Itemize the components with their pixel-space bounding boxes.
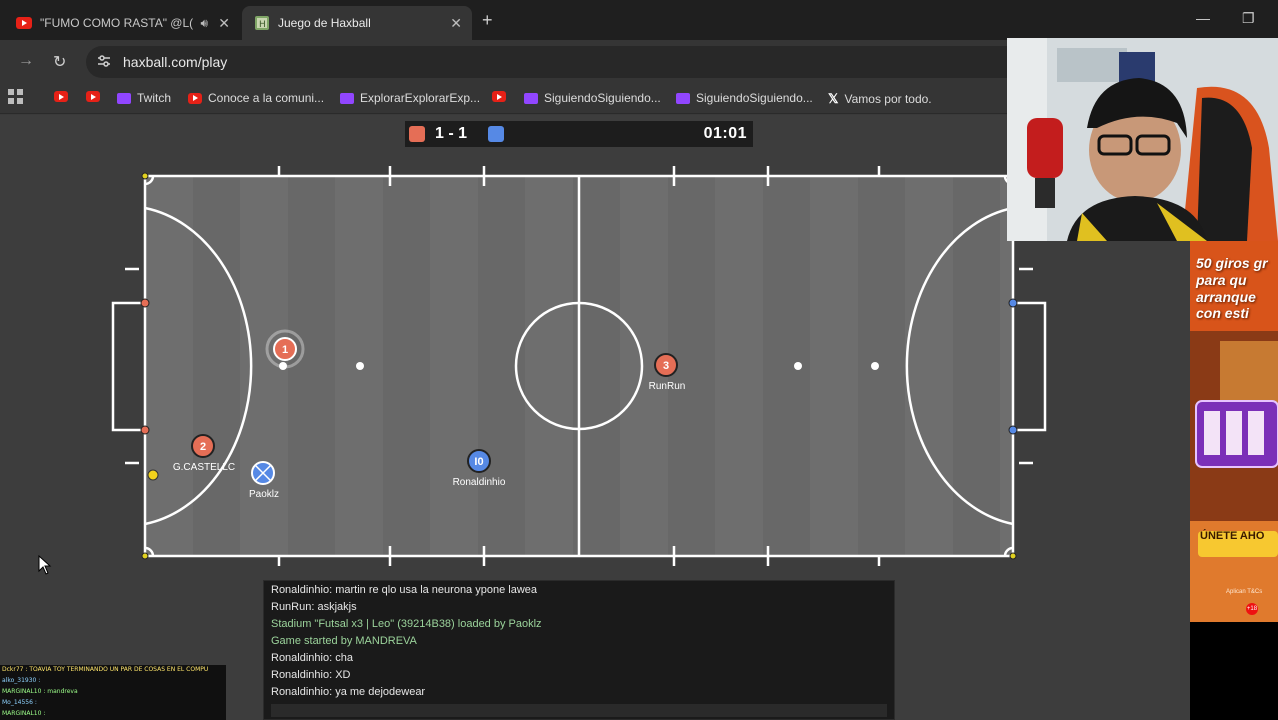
- ad-join-button[interactable]: ÚNETE AHO: [1200, 530, 1264, 542]
- ad-headline: 50 giros gr para qu arranque con esti: [1196, 255, 1268, 322]
- close-icon[interactable]: ✕: [450, 15, 462, 32]
- chat-line: Stadium "Futsal x3 | Leo" (39214B38) loa…: [271, 618, 542, 630]
- player-name: Paoklz: [249, 489, 279, 500]
- chat-line: RunRun: askjakjs: [271, 601, 357, 613]
- twitch-icon: [524, 92, 538, 104]
- close-icon[interactable]: ✕: [218, 15, 230, 32]
- chat-line: Ronaldinhio: martin re qlo usa la neuron…: [271, 584, 538, 596]
- twitch-icon: [340, 92, 354, 104]
- bookmark-x[interactable]: 𝕏 Vamos por todo.: [828, 91, 932, 107]
- right-goal: [1013, 301, 1047, 432]
- tab-title: Juego de Haxball: [278, 16, 371, 30]
- stream-chat-line: alko_31930 :: [2, 677, 41, 684]
- player-number: 3: [663, 360, 669, 372]
- reload-icon[interactable]: ↻: [53, 52, 66, 72]
- blue-goal-post: [1008, 425, 1018, 435]
- tab-haxball[interactable]: H Juego de Haxball ✕: [242, 6, 472, 40]
- chat-line: Ronaldinhio: ya me dejodewear: [271, 686, 426, 698]
- ad-banner[interactable]: 50 giros gr para qu arranque con esti ÚN…: [1190, 241, 1278, 622]
- stream-chat-line: Dckr77 : TOAVIA TOY TERMINANDO UN PAR DE…: [2, 666, 209, 673]
- penalty-spot: [356, 362, 364, 370]
- url-text: haxball.com/play: [123, 54, 228, 70]
- blue-team-color: [488, 126, 504, 142]
- webcam-feed: [1007, 38, 1278, 241]
- bookmark-youtube-1[interactable]: [54, 91, 74, 102]
- game-chat: Ronaldinhio: martin re qlo usa la neuron…: [263, 580, 895, 720]
- scoreboard: 1 - 1 01:01: [405, 121, 753, 147]
- blue-goal-post: [1008, 298, 1018, 308]
- mouse-cursor-icon: [38, 555, 52, 575]
- restore-icon[interactable]: ❐: [1242, 10, 1255, 27]
- chat-line: Ronaldinhio: XD: [271, 669, 351, 681]
- svg-text:H: H: [259, 20, 266, 30]
- bookmark-siguiendo-1[interactable]: SiguiendoSiguiendo...: [524, 91, 661, 105]
- chat-line: Ronaldinhio: cha: [271, 652, 353, 664]
- bookmark-youtube-3[interactable]: [492, 91, 512, 102]
- red-goal-post: [140, 298, 150, 308]
- address-bar[interactable]: haxball.com/play: [86, 46, 1086, 78]
- youtube-icon: [54, 91, 68, 102]
- score-text: 1 - 1: [435, 125, 468, 142]
- bookmark-youtube-2[interactable]: [86, 91, 106, 102]
- player-name: Ronaldinhio: [453, 477, 506, 488]
- ball: [147, 469, 159, 481]
- new-tab-icon[interactable]: +: [482, 10, 493, 31]
- youtube-icon: [16, 16, 32, 30]
- stream-chat-line: MARGINAL10 : mandreva: [2, 688, 78, 695]
- tab-youtube-stream[interactable]: "FUMO COMO RASTA" @L( 🔊︎ ✕: [4, 6, 240, 40]
- tab-title: "FUMO COMO RASTA" @L(: [40, 16, 194, 30]
- stream-chat-line: MARGINAL10 :: [2, 710, 46, 717]
- screen: "FUMO COMO RASTA" @L( 🔊︎ ✕ H Juego de Ha…: [0, 0, 1278, 720]
- penalty-spot: [794, 362, 802, 370]
- player-name: G.CASTELLC: [173, 462, 235, 473]
- age-badge: +18: [1246, 603, 1258, 615]
- chat-input[interactable]: [271, 704, 887, 717]
- bookmark-siguiendo-2[interactable]: SiguiendoSiguiendo...: [676, 91, 813, 105]
- red-goal-post: [140, 425, 150, 435]
- twitch-icon: [117, 92, 131, 104]
- red-team-color: [409, 126, 425, 142]
- chat-line: Game started by MANDREVA: [271, 635, 417, 647]
- bookmark-twitch[interactable]: Twitch: [117, 91, 171, 105]
- x-icon: 𝕏: [828, 91, 839, 106]
- speaker-icon[interactable]: 🔊︎: [200, 16, 208, 31]
- site-settings-icon[interactable]: [96, 53, 112, 69]
- bookmark-explorar[interactable]: ExplorarExplorarExp...: [340, 91, 480, 105]
- youtube-icon: [492, 91, 506, 102]
- player-name: RunRun: [649, 381, 686, 392]
- match-timer: 01:01: [703, 125, 747, 142]
- overlay-black-panel: [1190, 622, 1278, 720]
- youtube-icon: [86, 91, 100, 102]
- tab-bar: "FUMO COMO RASTA" @L( 🔊︎ ✕ H Juego de Ha…: [0, 0, 1278, 40]
- apps-grid-icon[interactable]: [8, 89, 23, 104]
- ad-terms: Aplican T&Cs: [1226, 589, 1263, 595]
- bookmark-comunidad[interactable]: Conoce a la comuni...: [188, 91, 324, 105]
- stream-chat-line: Mo_14556 :: [2, 699, 37, 706]
- twitch-icon: [676, 92, 690, 104]
- streamer-image: [1007, 38, 1278, 241]
- player-number: 2: [200, 441, 206, 453]
- player-number: 1: [282, 344, 288, 356]
- youtube-icon: [188, 92, 202, 104]
- forward-icon[interactable]: →: [18, 52, 34, 70]
- stream-chat-overlay: Dckr77 : TOAVIA TOY TERMINANDO UN PAR DE…: [0, 665, 226, 720]
- minimize-icon[interactable]: —: [1196, 10, 1210, 26]
- haxball-icon: H: [254, 16, 270, 30]
- penalty-spot: [871, 362, 879, 370]
- left-goal: [111, 301, 145, 432]
- player-number: I0: [474, 456, 483, 468]
